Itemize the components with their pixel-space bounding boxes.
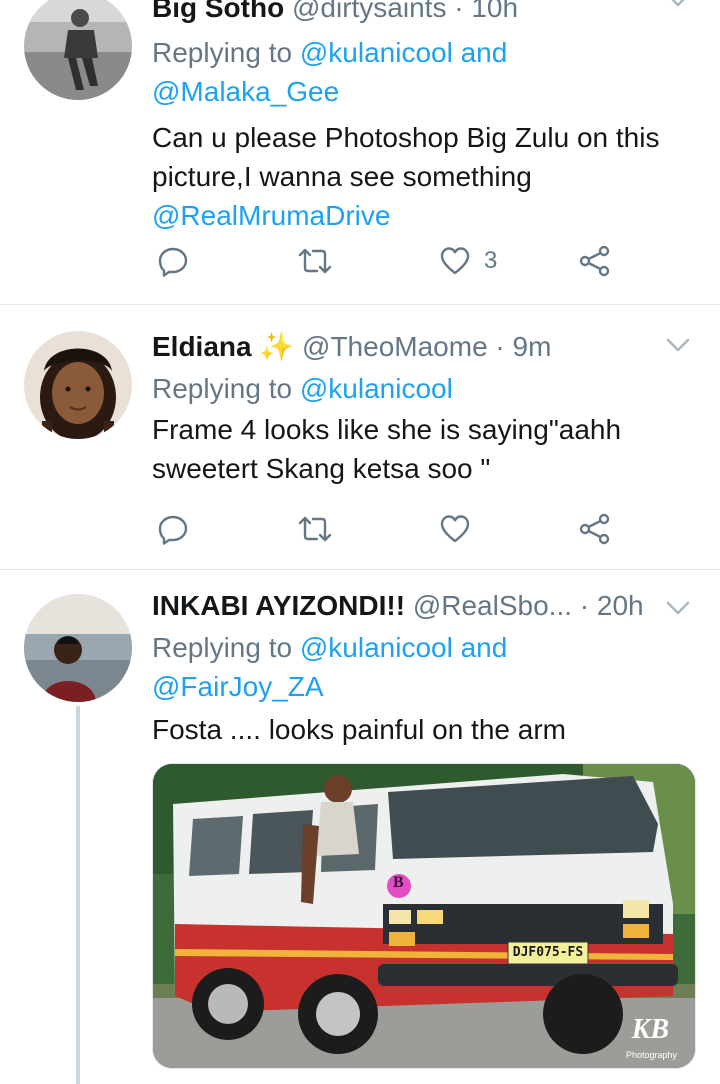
- like-button[interactable]: [438, 512, 484, 546]
- tweet-text: Fosta .... looks painful on the arm: [152, 714, 566, 745]
- mention-link[interactable]: @kulanicool: [300, 632, 453, 663]
- tweet-2[interactable]: Eldiana ✨ @TheoMaome · 9m Replying to @k…: [0, 305, 720, 569]
- like-button[interactable]: 3: [438, 244, 497, 278]
- tweet-body: Can u please Photoshop Big Zulu on this …: [152, 118, 700, 235]
- tweet-actions: [152, 512, 652, 552]
- reply-button[interactable]: [156, 512, 190, 546]
- tweet-3[interactable]: INKABI AYIZONDI!! @RealSbo... · 20h Repl…: [0, 570, 720, 1084]
- retweet-button[interactable]: [297, 512, 333, 546]
- replying-to: Replying to @kulanicool: [152, 369, 700, 408]
- tweet-body: Frame 4 looks like she is saying"aahh sw…: [152, 410, 700, 488]
- replying-and: and: [460, 37, 508, 68]
- replying-and: and: [460, 632, 508, 663]
- avatar[interactable]: [24, 331, 132, 439]
- mention-link[interactable]: @RealMrumaDrive: [152, 200, 390, 231]
- display-name[interactable]: INKABI AYIZONDI!!: [152, 590, 405, 621]
- separator-dot: ·: [579, 590, 590, 621]
- chevron-down-icon[interactable]: [664, 0, 692, 14]
- like-count: 3: [484, 247, 498, 274]
- tweet-header: INKABI AYIZONDI!! @RealSbo... · 20h: [152, 588, 660, 624]
- display-name[interactable]: Eldiana: [152, 331, 252, 362]
- reply-icon: [158, 515, 188, 545]
- share-icon: [579, 513, 610, 545]
- separator-dot: ·: [454, 0, 464, 23]
- mention-link[interactable]: @Malaka_Gee: [152, 76, 339, 107]
- tweet-header: Big Sotho @dirtysaints · 10h: [152, 0, 700, 26]
- media-badge-letter: B: [393, 874, 404, 891]
- retweet-button[interactable]: [297, 244, 333, 278]
- user-handle[interactable]: @TheoMaome: [302, 331, 488, 362]
- kombi-van-photo: [153, 764, 695, 1068]
- avatar-image: [24, 331, 132, 439]
- reply-button[interactable]: [156, 244, 190, 278]
- watermark-subtext: Photography: [625, 1050, 677, 1060]
- share-icon: [579, 245, 610, 277]
- replying-prefix: Replying to: [152, 37, 293, 68]
- separator-dot: ·: [495, 331, 505, 362]
- heart-icon: [440, 247, 470, 275]
- chevron-down-icon[interactable]: [664, 594, 692, 622]
- user-handle[interactable]: @dirtysaints: [292, 0, 446, 23]
- mention-link[interactable]: @kulanicool: [300, 373, 453, 404]
- avatar[interactable]: [24, 594, 132, 702]
- mention-link[interactable]: @kulanicool: [300, 37, 453, 68]
- mention-link[interactable]: @FairJoy_ZA: [152, 671, 324, 702]
- chevron-down-icon[interactable]: [664, 331, 692, 359]
- share-button[interactable]: [578, 244, 612, 278]
- timestamp[interactable]: 10h: [471, 0, 518, 23]
- watermark-logo: KB: [631, 1014, 669, 1045]
- replying-prefix: Replying to: [152, 373, 293, 404]
- tweet-actions: 3: [152, 244, 652, 284]
- tweet-1[interactable]: Big Sotho @dirtysaints · 10h Replying to…: [0, 0, 720, 304]
- thread-line: [76, 706, 80, 1084]
- timestamp[interactable]: 20h: [597, 590, 644, 621]
- retweet-icon: [298, 248, 332, 274]
- tweet-body: Fosta .... looks painful on the arm: [152, 710, 700, 749]
- share-button[interactable]: [578, 512, 612, 546]
- replying-to: Replying to @kulanicool and @FairJoy_ZA: [152, 628, 700, 706]
- tweet-text: Can u please Photoshop Big Zulu on this …: [152, 122, 660, 192]
- retweet-icon: [298, 516, 332, 542]
- tweet-text: Frame 4 looks like she is saying"aahh sw…: [152, 414, 622, 484]
- tweet-media-image[interactable]: B DJF075-FS KB Photography: [152, 763, 696, 1069]
- display-name[interactable]: Big Sotho: [152, 0, 284, 23]
- replying-prefix: Replying to: [152, 632, 293, 663]
- replying-to: Replying to @kulanicool and @Malaka_Gee: [152, 33, 700, 111]
- avatar-image: [24, 594, 132, 702]
- avatar-image: [24, 0, 132, 100]
- heart-icon: [440, 515, 470, 543]
- user-handle[interactable]: @RealSbo...: [413, 590, 572, 621]
- license-plate-text: DJF075-FS: [512, 945, 584, 960]
- timestamp[interactable]: 9m: [513, 331, 552, 362]
- tweet-header: Eldiana ✨ @TheoMaome · 9m: [152, 329, 700, 365]
- reply-icon: [158, 247, 188, 277]
- avatar[interactable]: [24, 0, 132, 100]
- sparkles-icon: ✨: [259, 331, 295, 362]
